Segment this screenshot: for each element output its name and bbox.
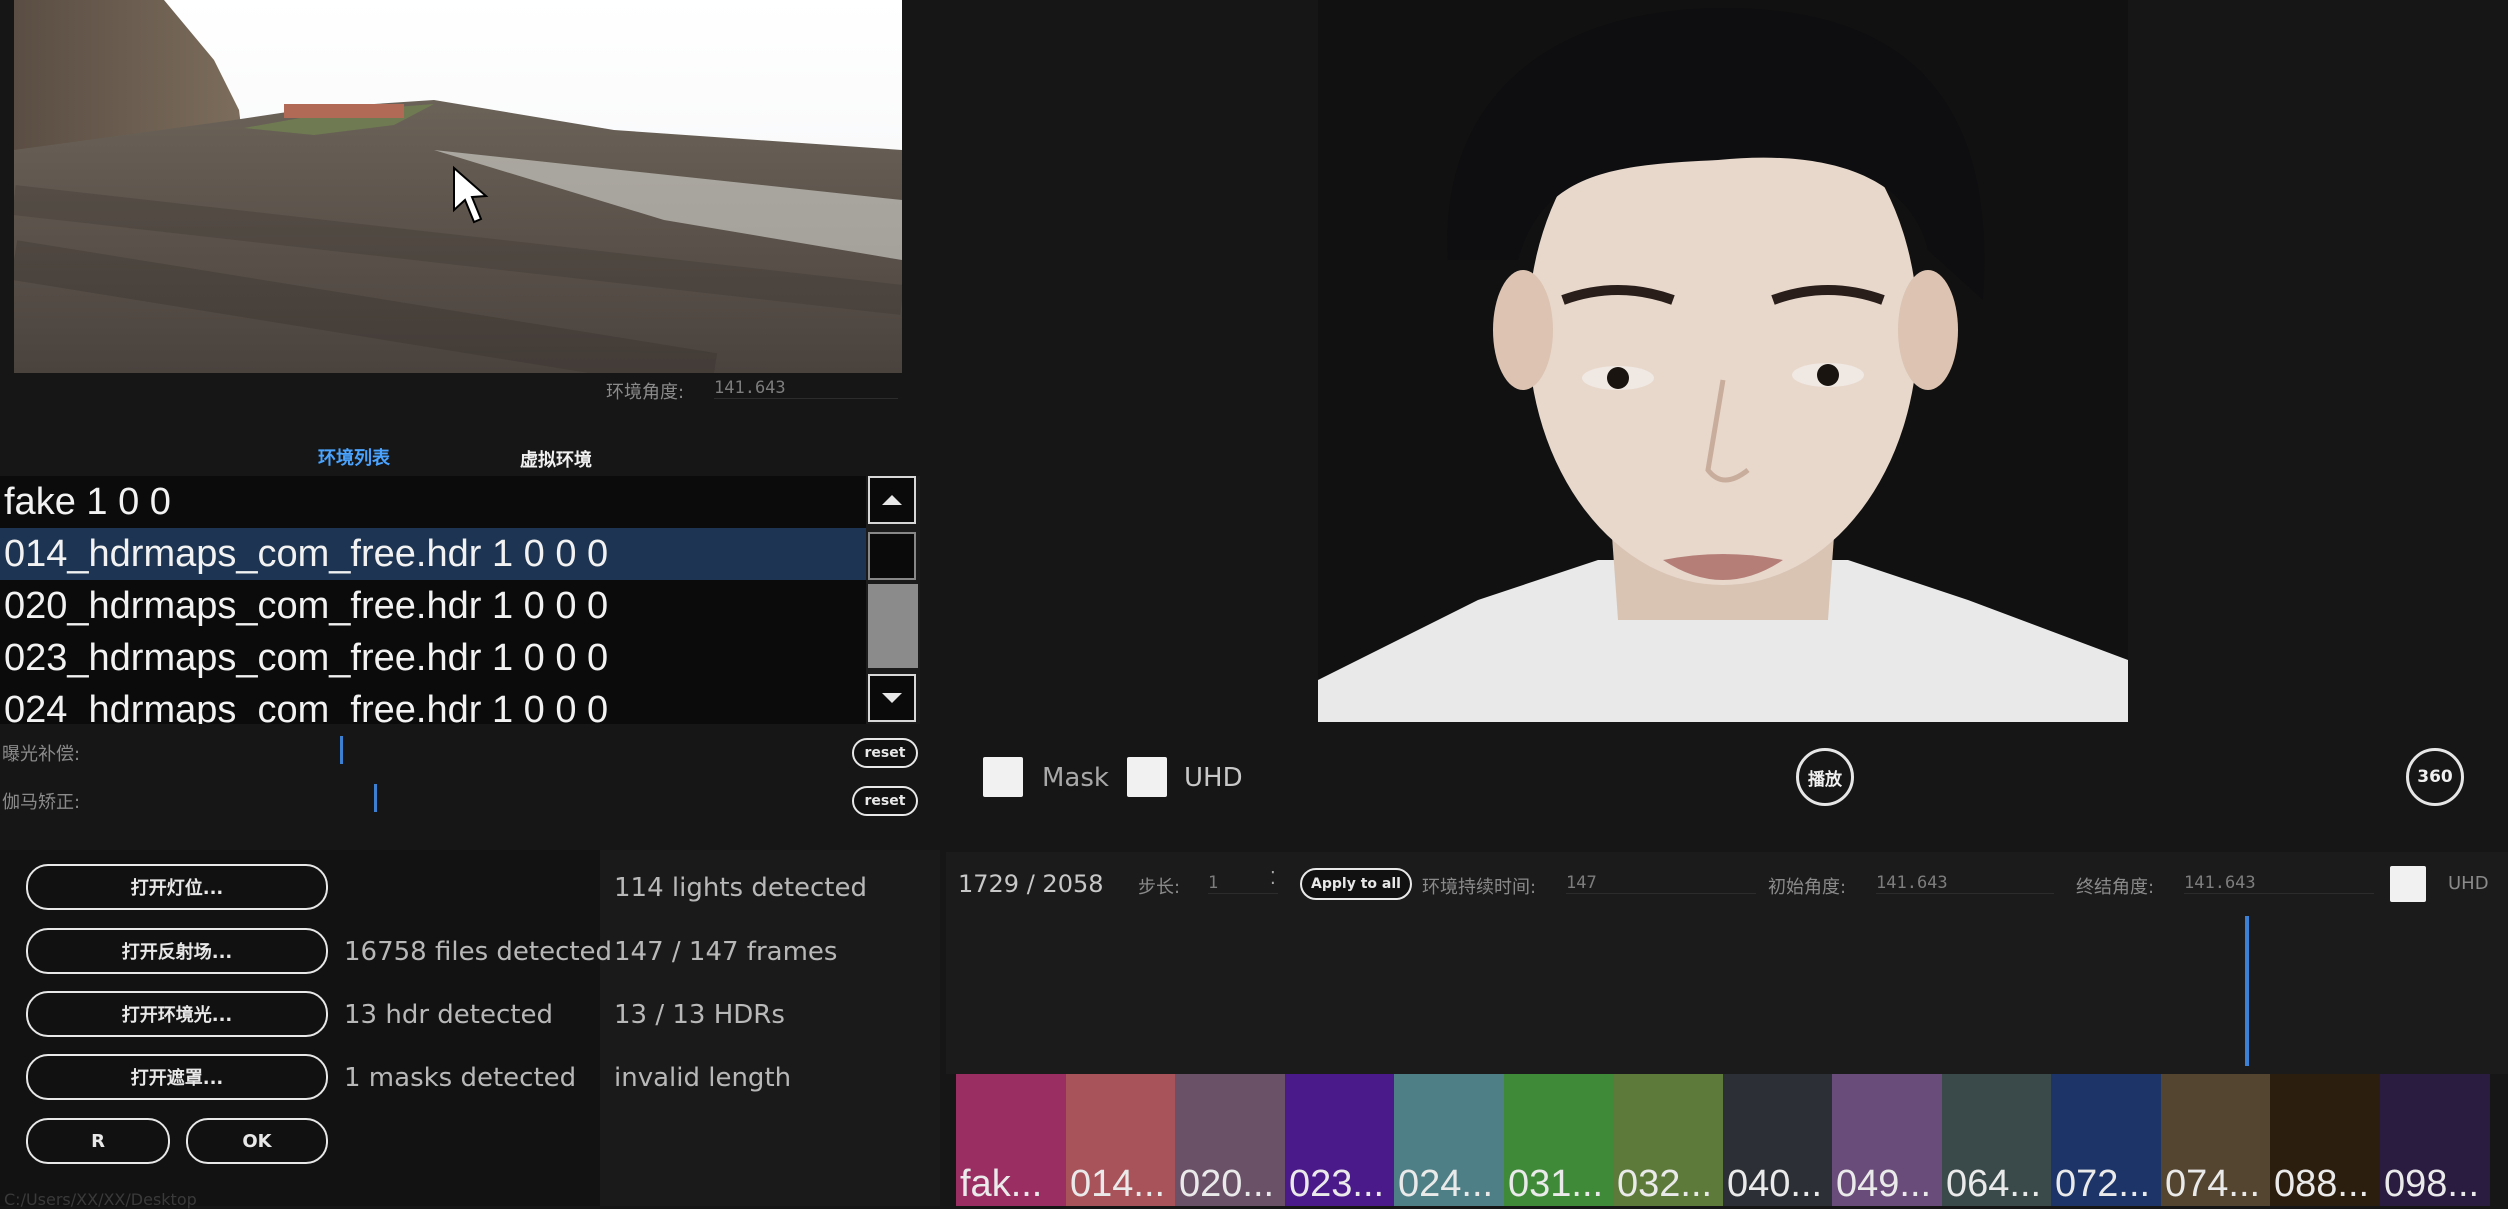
start-angle-label: 初始角度: bbox=[1768, 877, 1847, 898]
step-label: 步长: bbox=[1138, 877, 1181, 898]
apply-to-all-button[interactable]: Apply to all bbox=[1300, 868, 1412, 900]
environment-swatch-label: 064... bbox=[1946, 1163, 2042, 1205]
lights-detected-status: 114 lights detected bbox=[614, 873, 868, 903]
list-item[interactable]: 024_hdrmaps_com_free.hdr 1 0 0 0 bbox=[0, 684, 870, 724]
exposure-slider[interactable] bbox=[340, 736, 343, 764]
environment-swatch-label: 014... bbox=[1070, 1163, 1166, 1205]
r-button[interactable]: R bbox=[26, 1118, 170, 1164]
start-angle-input[interactable]: 141.643 bbox=[1876, 873, 2054, 894]
environment-swatch[interactable]: 072... bbox=[2051, 1074, 2161, 1206]
scroll-down-button[interactable] bbox=[868, 674, 916, 722]
environment-swatch-label: 023... bbox=[1289, 1163, 1385, 1205]
environment-preview[interactable] bbox=[14, 0, 902, 373]
environment-swatch[interactable]: 064... bbox=[1942, 1074, 2052, 1206]
gamma-slider[interactable] bbox=[374, 784, 377, 812]
timeline-playhead[interactable] bbox=[2245, 916, 2249, 1066]
environment-angle-label: 环境角度: bbox=[606, 382, 685, 403]
uhd-label: UHD bbox=[1184, 763, 1243, 793]
environment-list[interactable]: fake 1 0 0 014_hdrmaps_com_free.hdr 1 0 … bbox=[0, 476, 870, 724]
footer-path: C:/Users/XX/XX/Desktop bbox=[4, 1190, 197, 1209]
exposure-label: 曝光补偿: bbox=[2, 744, 81, 765]
environment-swatch-label: 031... bbox=[1508, 1163, 1604, 1205]
mask-label: Mask bbox=[1042, 763, 1109, 793]
timeline-uhd-checkbox[interactable] bbox=[2390, 866, 2426, 902]
environment-swatch[interactable]: 040... bbox=[1723, 1074, 1833, 1206]
video-frame bbox=[1318, 0, 2128, 722]
environment-swatch-label: fak... bbox=[960, 1163, 1043, 1205]
scroll-track[interactable] bbox=[868, 532, 916, 580]
files-detected-status: 16758 files detected bbox=[344, 937, 613, 967]
environment-swatch[interactable]: 023... bbox=[1285, 1074, 1395, 1206]
environment-swatch[interactable]: 049... bbox=[1832, 1074, 1942, 1206]
scroll-up-button[interactable] bbox=[868, 476, 916, 524]
play-button[interactable]: 播放 bbox=[1796, 748, 1854, 806]
list-item[interactable]: fake 1 0 0 bbox=[0, 476, 870, 528]
masks-detected-status: 1 masks detected bbox=[344, 1063, 577, 1093]
list-item[interactable]: 020_hdrmaps_com_free.hdr 1 0 0 0 bbox=[0, 580, 870, 632]
open-lights-button[interactable]: 打开灯位... bbox=[26, 864, 328, 910]
environment-swatch[interactable]: 031... bbox=[1504, 1074, 1614, 1206]
environment-swatch-label: 098... bbox=[2384, 1163, 2480, 1205]
environment-swatch-label: 040... bbox=[1727, 1163, 1823, 1205]
environment-swatch[interactable]: 032... bbox=[1613, 1074, 1723, 1206]
step-input[interactable]: 1 bbox=[1208, 873, 1278, 894]
environment-swatch[interactable]: 024... bbox=[1394, 1074, 1504, 1206]
environment-swatch[interactable]: 014... bbox=[1066, 1074, 1176, 1206]
hdrs-status: 13 / 13 HDRs bbox=[614, 1000, 785, 1030]
chevron-down-icon bbox=[882, 693, 902, 703]
frame-counter: 1729 / 2058 bbox=[958, 870, 1104, 898]
open-reflection-button[interactable]: 打开反射场... bbox=[26, 928, 328, 974]
mask-checkbox[interactable] bbox=[983, 757, 1023, 797]
tab-virtual-environment[interactable]: 虚拟环境 bbox=[520, 446, 592, 472]
environment-swatch[interactable]: 098... bbox=[2380, 1074, 2490, 1206]
list-item-selected[interactable]: 014_hdrmaps_com_free.hdr 1 0 0 0 bbox=[0, 528, 870, 580]
end-angle-input[interactable]: 141.643 bbox=[2184, 873, 2374, 894]
chevron-up-icon bbox=[882, 495, 902, 505]
frames-status: 147 / 147 frames bbox=[614, 937, 838, 967]
scroll-thumb[interactable] bbox=[868, 584, 918, 668]
length-status: invalid length bbox=[614, 1063, 792, 1093]
end-angle-label: 终结角度: bbox=[2076, 877, 2155, 898]
environment-image bbox=[14, 0, 902, 373]
open-mask-button[interactable]: 打开遮罩... bbox=[26, 1054, 328, 1100]
environment-swatch[interactable]: 088... bbox=[2270, 1074, 2380, 1206]
ok-button[interactable]: OK bbox=[186, 1118, 328, 1164]
duration-label: 环境持续时间: bbox=[1422, 877, 1537, 898]
list-scrollbar[interactable] bbox=[866, 476, 920, 724]
environment-swatch-label: 074... bbox=[2165, 1163, 2261, 1205]
hdr-detected-status: 13 hdr detected bbox=[344, 1000, 553, 1030]
timeline-track[interactable] bbox=[956, 916, 2490, 1066]
gamma-label: 伽马矫正: bbox=[2, 792, 81, 813]
open-environment-button[interactable]: 打开环境光... bbox=[26, 991, 328, 1037]
360-button[interactable]: 360 bbox=[2406, 748, 2464, 806]
gamma-reset-button[interactable]: reset bbox=[852, 786, 918, 816]
exposure-reset-button[interactable]: reset bbox=[852, 738, 918, 768]
duration-input[interactable]: 147 bbox=[1566, 873, 1756, 894]
environment-swatch-label: 024... bbox=[1398, 1163, 1494, 1205]
list-item[interactable]: 023_hdrmaps_com_free.hdr 1 0 0 0 bbox=[0, 632, 870, 684]
environment-swatch[interactable]: 074... bbox=[2161, 1074, 2271, 1206]
environment-swatch-label: 072... bbox=[2055, 1163, 2151, 1205]
environment-swatch[interactable]: fak... bbox=[956, 1074, 1066, 1206]
step-spinner[interactable]: ⁚ bbox=[1270, 868, 1276, 889]
environment-swatch-label: 088... bbox=[2274, 1163, 2370, 1205]
environment-swatch-label: 020... bbox=[1179, 1163, 1275, 1205]
environment-swatch[interactable]: 020... bbox=[1175, 1074, 1285, 1206]
timeline-uhd-label: UHD bbox=[2448, 873, 2489, 894]
tab-environment-list[interactable]: 环境列表 bbox=[318, 444, 390, 470]
video-preview[interactable] bbox=[1318, 0, 2128, 722]
environment-swatch-label: 032... bbox=[1617, 1163, 1713, 1205]
environment-angle-value[interactable]: 141.643 bbox=[714, 378, 898, 399]
uhd-checkbox[interactable] bbox=[1127, 757, 1167, 797]
environment-swatch-label: 049... bbox=[1836, 1163, 1932, 1205]
